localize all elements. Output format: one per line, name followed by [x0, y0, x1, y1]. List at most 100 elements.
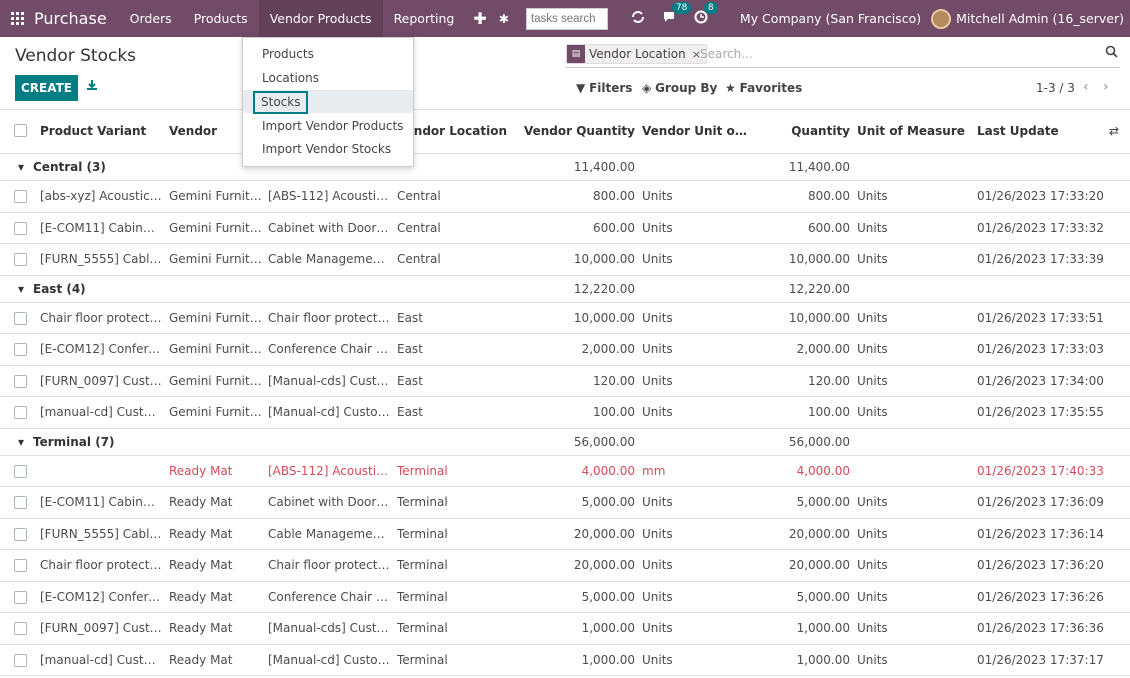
row-checkbox[interactable]: [14, 343, 27, 356]
group-label[interactable]: Central (3): [33, 160, 233, 174]
row-checkbox[interactable]: [14, 527, 27, 541]
dropdown-item-import-vendor-stocks[interactable]: Import Vendor Stocks: [243, 138, 413, 161]
table-row[interactable]: Ready Mat [ABS-112] Acoustic ... Terminal 4…: [0, 456, 1130, 487]
menu-orders[interactable]: Orders: [119, 0, 183, 37]
search-icon[interactable]: [1105, 45, 1118, 62]
col-unit-of-measure[interactable]: Unit of Measure: [857, 124, 972, 138]
row-checkbox[interactable]: [14, 190, 27, 203]
caret-down-icon[interactable]: ▾: [18, 435, 24, 449]
dropdown-item-locations[interactable]: Locations: [243, 67, 413, 90]
cell-vendor-location: Terminal: [397, 526, 448, 541]
table-row[interactable]: [FURN_5555] Cable ... Ready Mat Cable Mana…: [0, 519, 1130, 550]
cell-unit-of-measure: Units: [857, 310, 888, 325]
table-row[interactable]: [abs-xyz] Acoustic Bl... Gemini Furniture…: [0, 181, 1130, 213]
dropdown-item-import-vendor-products[interactable]: Import Vendor Products: [243, 115, 413, 138]
optional-columns-icon[interactable]: ⇄: [1109, 124, 1119, 138]
col-vendor-location[interactable]: Vendor Location: [397, 124, 527, 138]
group-quantity: 11,400.00: [788, 160, 850, 174]
table-row[interactable]: [E-COM12] Confere... Ready Mat Conference …: [0, 582, 1130, 613]
group-row[interactable]: ▾ East (4) 12,220.00 12,220.00: [0, 276, 1130, 303]
table-row[interactable]: [manual-cd] Custom... Ready Mat [Manual-cd…: [0, 645, 1130, 676]
pager-next-icon[interactable]: ›: [1103, 79, 1109, 95]
col-vendor-uom[interactable]: Vendor Unit of ...: [642, 124, 752, 138]
cell-vendor-quantity: 120.00: [593, 373, 635, 388]
cell-last-update: 01/26/2023 17:33:32: [977, 220, 1104, 235]
activity-icon[interactable]: 8: [694, 1, 718, 28]
pager-value[interactable]: 1-3 / 3: [1036, 81, 1075, 95]
row-checkbox[interactable]: [14, 374, 27, 388]
cell-vendor-quantity: 5,000.00: [581, 589, 635, 604]
group-row[interactable]: ▾ Central (3) 11,400.00 11,400.00: [0, 154, 1130, 181]
cell-quantity: 5,000.00: [796, 495, 850, 509]
app-name[interactable]: Purchase: [34, 9, 107, 28]
row-checkbox[interactable]: [14, 311, 27, 325]
group-label[interactable]: East (4): [33, 282, 233, 296]
col-product-variant[interactable]: Product Variant: [40, 124, 165, 138]
menu-products[interactable]: Products: [183, 0, 259, 37]
row-checkbox[interactable]: [14, 653, 27, 667]
col-quantity[interactable]: Quantity: [760, 124, 850, 138]
tasks-search-input[interactable]: [525, 7, 608, 30]
table-row[interactable]: Chair floor protection Ready Mat Chair flo…: [0, 550, 1130, 582]
caret-down-icon[interactable]: ▾: [18, 282, 24, 296]
avatar[interactable]: [931, 8, 952, 29]
table-row[interactable]: [FURN_0097] Custo... Ready Mat [Manual-cds…: [0, 613, 1130, 645]
cell-unit-of-measure: Units: [857, 342, 888, 356]
cell-unit-of-measure: Units: [857, 558, 888, 572]
caret-down-icon[interactable]: ▾: [18, 160, 24, 174]
row-checkbox[interactable]: [14, 253, 27, 266]
download-icon[interactable]: [86, 79, 98, 94]
group-row[interactable]: ▾ Terminal (7) 56,000.00 56,000.00: [0, 429, 1130, 456]
menu-vendor-products[interactable]: Vendor Products: [258, 0, 383, 37]
table-row[interactable]: [E-COM11] Cabinet ... Gemini Furniture Cab…: [0, 213, 1130, 244]
search-input[interactable]: Search...: [700, 47, 753, 61]
cell-vendor: Ready Mat: [169, 558, 233, 572]
row-checkbox[interactable]: [14, 221, 27, 235]
select-all-checkbox[interactable]: [14, 124, 27, 137]
create-button[interactable]: CREATE: [15, 75, 78, 101]
table-row[interactable]: [FURN_0097] Custo... Gemini Furniture [Man…: [0, 366, 1130, 397]
refresh-icon[interactable]: [630, 9, 646, 29]
cell-last-update: 01/26/2023 17:36:14: [977, 526, 1104, 541]
company-switcher[interactable]: My Company (San Francisco): [740, 11, 921, 26]
group-label[interactable]: Terminal (7): [33, 435, 233, 449]
dropdown-item-stocks[interactable]: Stocks: [243, 90, 413, 114]
table-row[interactable]: [E-COM11] Cabinet ... Ready Mat Cabinet wi…: [0, 487, 1130, 519]
cell-product-variant: [E-COM11] Cabinet ...: [40, 220, 162, 235]
cell-vendor-product: [Manual-cd] Custom...: [268, 405, 390, 419]
cell-last-update: 01/26/2023 17:35:55: [977, 405, 1104, 419]
col-last-update[interactable]: Last Update: [977, 124, 1097, 138]
table-row[interactable]: [manual-cd] Custom... Gemini Furniture [Ma…: [0, 397, 1130, 429]
row-checkbox[interactable]: [14, 622, 27, 635]
dropdown-item-products[interactable]: Products: [243, 43, 413, 66]
menu-reporting[interactable]: Reporting: [383, 0, 466, 37]
table-row[interactable]: [E-COM12] Confere... Gemini Furniture Conf…: [0, 334, 1130, 366]
debug-icon[interactable]: ✱: [496, 12, 512, 26]
facet-value: Vendor Location: [589, 47, 686, 61]
cell-vendor-location: East: [397, 405, 423, 419]
cell-vendor-uom: Units: [642, 252, 673, 266]
apps-menu-icon[interactable]: [0, 0, 34, 37]
pager-previous-icon[interactable]: ‹: [1083, 79, 1089, 95]
row-checkbox[interactable]: [14, 559, 27, 572]
cell-vendor-product: Cable Management ...: [268, 252, 390, 266]
user-menu[interactable]: Mitchell Admin (16_server): [956, 11, 1124, 26]
cell-unit-of-measure: Units: [857, 405, 888, 419]
plus-icon[interactable]: ✚: [465, 9, 494, 28]
groupby-button[interactable]: ◈ Group By: [642, 81, 717, 95]
row-checkbox[interactable]: [14, 464, 27, 478]
cell-vendor: Gemini Furniture: [169, 189, 264, 203]
col-vendor-quantity[interactable]: Vendor Quantity: [520, 124, 635, 138]
cell-unit-of-measure: Units: [857, 621, 888, 635]
row-checkbox[interactable]: [14, 590, 27, 604]
table-row[interactable]: [FURN_5555] Cable ... Gemini Furniture Cab…: [0, 244, 1130, 276]
filters-button[interactable]: ▼ Filters: [576, 81, 632, 95]
cell-vendor-location: Central: [397, 220, 441, 235]
row-checkbox[interactable]: [14, 406, 27, 419]
favorites-button[interactable]: ★ Favorites: [725, 81, 802, 95]
messages-icon[interactable]: 78: [662, 1, 692, 28]
row-checkbox[interactable]: [14, 496, 27, 509]
table-row[interactable]: Chair floor protection Gemini Furniture Ch…: [0, 303, 1130, 334]
cell-vendor-location: Terminal: [397, 589, 448, 604]
cell-last-update: 01/26/2023 17:34:00: [977, 373, 1104, 388]
